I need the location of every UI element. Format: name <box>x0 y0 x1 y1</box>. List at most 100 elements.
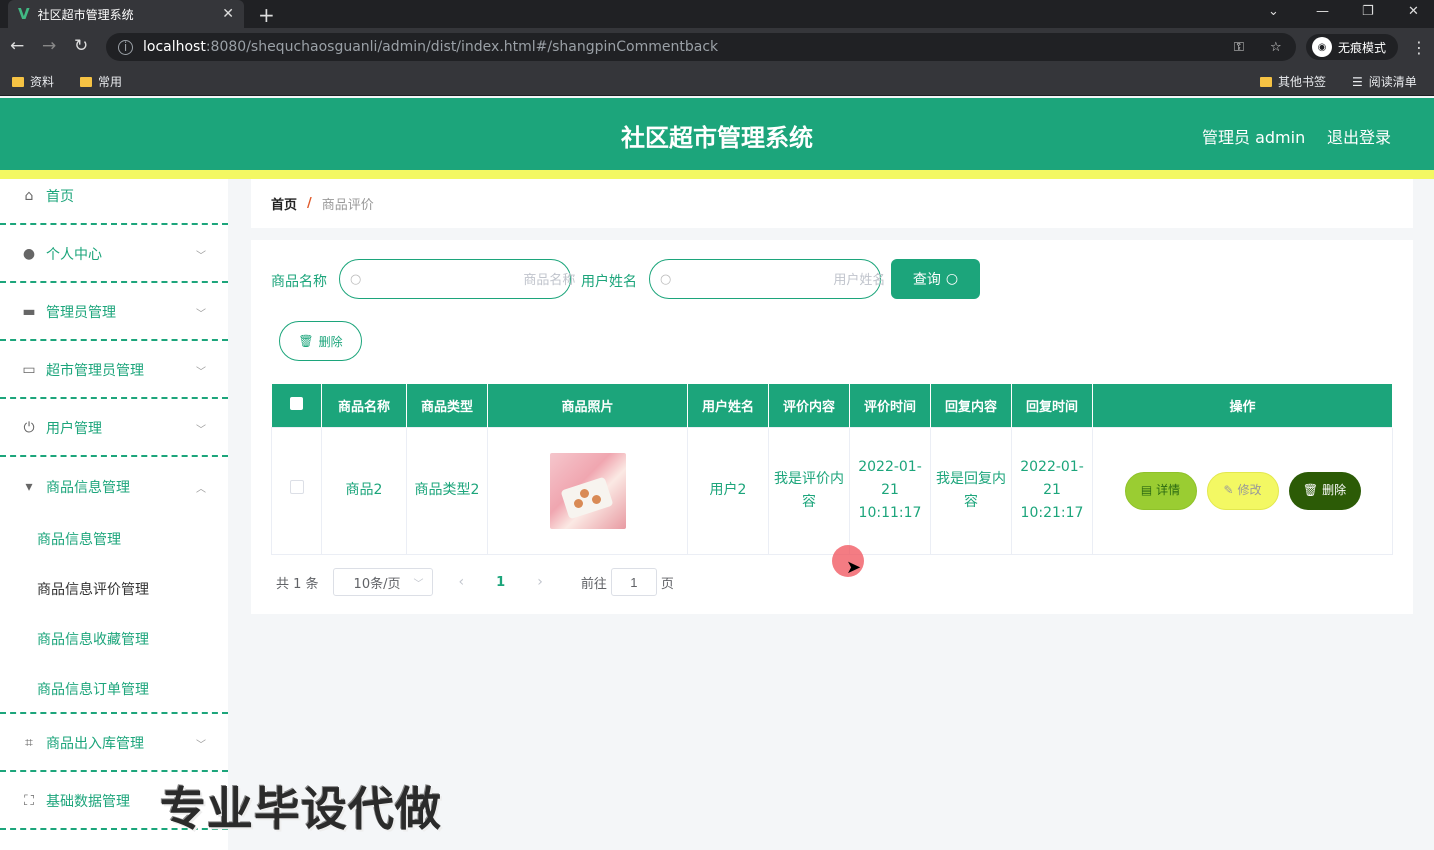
document-icon: ▤ <box>1140 483 1153 497</box>
select-all-header[interactable] <box>271 384 322 427</box>
folder-icon <box>12 76 24 87</box>
folder-icon <box>80 76 92 87</box>
product-name-search[interactable]: ○ <box>339 259 638 299</box>
card-icon: ▭ <box>22 362 36 378</box>
url-path: :8080/shequchaosguanli/admin/dist/index.… <box>205 39 719 55</box>
edit-button[interactable]: ✎ 修改 <box>1206 471 1279 510</box>
sidebar-item-products[interactable]: ▾ 商品信息管理 ︿ <box>0 459 228 515</box>
bookmark-folder[interactable]: 常用 <box>80 73 122 90</box>
chevron-down-icon: ﹀ <box>196 739 206 751</box>
column-header: 回复时间 <box>1011 384 1093 427</box>
product-photo <box>549 452 626 529</box>
sidebar-item-users[interactable]: ⏻ 用户管理 ﹀ <box>0 401 228 457</box>
cell-comment: 我是评价内容 <box>768 426 850 555</box>
tab-close-icon[interactable]: ✕ <box>222 6 234 22</box>
browser-tab[interactable]: V 社区超市管理系统 ✕ <box>8 0 244 28</box>
chevron-down-icon: ﹀ <box>196 308 206 320</box>
reload-icon[interactable]: ↻ <box>74 36 88 56</box>
sidebar-item-admins[interactable]: ▬ 管理员管理 ﹀ <box>0 285 228 341</box>
sidebar-item-stock[interactable]: ⌗ 商品出入库管理 ﹀ <box>0 716 228 772</box>
delete-button[interactable]: 🗑 删除 <box>1288 471 1361 510</box>
submenu-product-favorites[interactable]: 商品信息收藏管理 <box>37 629 149 649</box>
minimize-icon[interactable]: — <box>1316 4 1329 19</box>
key-icon[interactable]: ⚿ <box>1234 40 1244 55</box>
bookmark-star-icon[interactable]: ☆ <box>1270 40 1282 55</box>
photo-treat <box>591 494 601 504</box>
incognito-icon: ◉ <box>1312 37 1332 57</box>
page-number-current[interactable]: 1 <box>496 575 505 590</box>
chevron-down-icon: ﹀ <box>196 250 206 262</box>
detail-button[interactable]: ▤ 详情 <box>1124 471 1197 510</box>
delete-label: 删除 <box>1322 483 1347 497</box>
row-select-cell <box>271 426 322 555</box>
sidebar-item-store-admins[interactable]: ▭ 超市管理员管理 ﹀ <box>0 343 228 399</box>
sidebar-item-label: 超市管理员管理 <box>46 363 144 379</box>
address-bar: ← → ↻ i localhost :8080/shequchaosguanli… <box>0 28 1434 66</box>
window-close-icon[interactable]: ✕ <box>1408 4 1419 19</box>
query-button[interactable]: 查询 ○ <box>891 259 980 299</box>
mouse-cursor-icon: ➤ <box>846 557 862 578</box>
breadcrumb-home[interactable]: 首页 <box>271 194 297 213</box>
sidebar-item-profile[interactable]: ● 个人中心 ﹀ <box>0 227 228 283</box>
logout-link[interactable]: 退出登录 <box>1327 124 1391 148</box>
breadcrumb-current: 商品评价 <box>321 198 374 213</box>
restore-icon[interactable]: ❐ <box>1362 4 1374 19</box>
app-header: 社区超市管理系统 管理员 admin 退出登录 <box>0 98 1434 170</box>
submenu-product-comments[interactable]: 商品信息评价管理 <box>37 579 149 599</box>
photo-dish <box>559 476 614 519</box>
sidebar-item-home[interactable]: ⌂ 首页 <box>0 169 228 225</box>
monitor-icon: ▬ <box>22 304 36 320</box>
page-size-select[interactable]: 10条/页 ﹀ <box>332 568 433 596</box>
reading-list[interactable]: ☰ 阅读清单 <box>1352 73 1417 90</box>
page-size-value: 10条/页 <box>353 576 401 592</box>
cell-actions: ▤ 详情 ✎ 修改 🗑 删除 <box>1092 426 1393 555</box>
bookmarks-bar: 资料 常用 其他书签 ☰ 阅读清单 <box>0 66 1434 96</box>
prev-page-icon[interactable]: ‹ <box>459 574 465 590</box>
incognito-label: 无痕模式 <box>1338 40 1387 55</box>
goto-label: 前往 <box>580 576 607 592</box>
new-tab-icon[interactable]: + <box>258 3 275 27</box>
search-icon: ○ <box>660 271 672 287</box>
column-header: 评价时间 <box>849 384 931 427</box>
search-icon: ○ <box>350 271 362 287</box>
cell-product-type: 商品类型2 <box>406 426 488 555</box>
table-row: 商品2 商品类型2 用户2 我是评价内容 2022-01-21 10:11:17… <box>271 426 1393 555</box>
submenu-product-orders[interactable]: 商品信息订单管理 <box>37 679 149 699</box>
column-header: 商品名称 <box>321 384 407 427</box>
user-name-label: 用户姓名 <box>581 274 637 290</box>
vue-logo-icon: V <box>18 5 30 23</box>
url-field[interactable]: i localhost :8080/shequchaosguanli/admin… <box>106 33 1296 61</box>
cell-comment-time: 2022-01-21 10:11:17 <box>849 426 931 555</box>
power-icon: ⏻ <box>23 420 35 436</box>
site-info-icon[interactable]: i <box>118 39 133 55</box>
total-count: 共 1 条 <box>276 576 319 592</box>
submenu-product-info[interactable]: 商品信息管理 <box>37 529 121 549</box>
select-all-checkbox[interactable] <box>289 396 303 410</box>
product-name-label: 商品名称 <box>271 274 327 290</box>
column-header: 商品类型 <box>406 384 488 427</box>
row-checkbox[interactable] <box>289 480 304 494</box>
trash-icon: 🗑 <box>1302 483 1319 497</box>
folder-icon <box>1260 76 1272 87</box>
tab-search-icon[interactable]: ⌄ <box>1268 4 1279 19</box>
bookmark-label: 资料 <box>30 75 55 89</box>
sidebar-item-label: 个人中心 <box>46 247 102 263</box>
trash-icon: 🗑 <box>298 334 314 348</box>
user-name-search[interactable]: ○ <box>649 259 948 299</box>
goto-page-input[interactable] <box>610 568 657 596</box>
back-icon[interactable]: ← <box>10 36 24 56</box>
forward-icon[interactable]: → <box>42 36 56 56</box>
incognito-badge[interactable]: ◉ 无痕模式 <box>1306 34 1398 60</box>
batch-delete-button[interactable]: 🗑 删除 <box>279 321 362 361</box>
comments-table: 商品名称 商品类型 商品照片 用户姓名 评价内容 评价时间 回复内容 回复时间 … <box>271 384 1393 555</box>
browser-tab-strip: V 社区超市管理系统 ✕ + ⌄ — ❐ ✕ <box>0 0 1434 28</box>
pencil-icon: ✎ <box>1223 483 1234 497</box>
sidebar-item-label: 基础数据管理 <box>46 794 130 810</box>
browser-menu-icon[interactable]: ⋮ <box>1411 38 1427 57</box>
watermark-text: 专业毕设代做 <box>160 782 442 836</box>
table-header-row: 商品名称 商品类型 商品照片 用户姓名 评价内容 评价时间 回复内容 回复时间 … <box>271 384 1393 427</box>
next-page-icon[interactable]: › <box>537 574 543 590</box>
bookmark-folder[interactable]: 资料 <box>12 73 54 90</box>
other-bookmarks[interactable]: 其他书签 <box>1260 73 1326 90</box>
sidebar-item-label: 管理员管理 <box>46 305 116 321</box>
